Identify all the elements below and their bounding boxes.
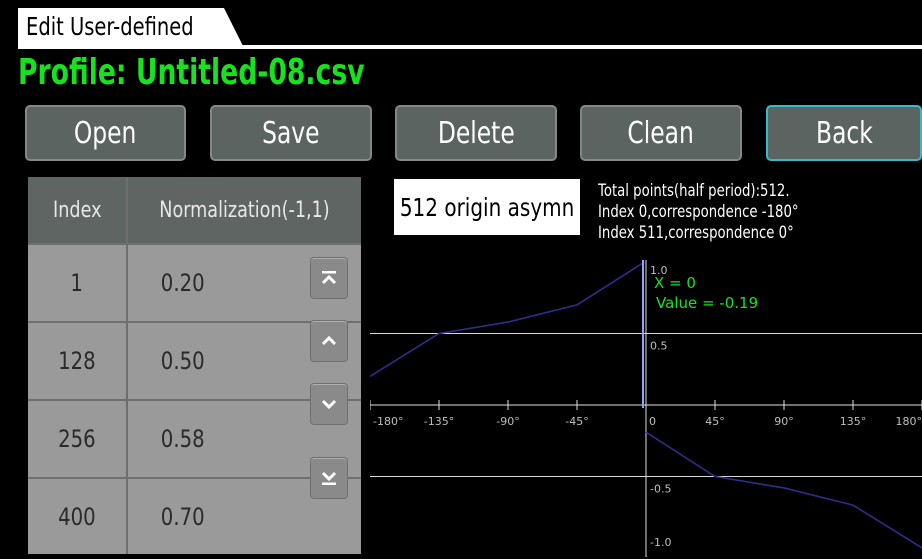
header-normalization: Normalization(-1,1) bbox=[159, 197, 330, 223]
save-button[interactable]: Save bbox=[210, 105, 372, 161]
points-table: Index Normalization(-1,1) 1 0.20 128 0.5… bbox=[28, 177, 361, 554]
tab-bar: Edit User-defined bbox=[0, 0, 922, 49]
x-tick-label: 180° bbox=[896, 415, 922, 428]
delete-button-label: Delete bbox=[437, 115, 515, 151]
x-tick-label: -90° bbox=[496, 415, 519, 428]
row-index: 128 bbox=[58, 347, 96, 375]
x-tick-label: 0 bbox=[649, 415, 656, 428]
delete-button[interactable]: Delete bbox=[395, 105, 557, 161]
table-header: Index Normalization(-1,1) bbox=[28, 177, 361, 243]
row-value[interactable]: 0.58 bbox=[156, 401, 209, 477]
row-index: 400 bbox=[58, 503, 96, 531]
waveform-chart[interactable]: -180° -135° -90° -45° 0 45° 90° 135° 180° 1.00.5… bbox=[370, 260, 922, 557]
waveform-name-field[interactable]: 512 origin asymn bbox=[394, 179, 580, 235]
series-line-negative bbox=[370, 261, 645, 378]
row-value[interactable]: 0.20 bbox=[156, 245, 209, 321]
row-value[interactable]: 0.70 bbox=[156, 479, 209, 555]
x-tick-label: 90° bbox=[774, 415, 794, 428]
double-chevron-up-icon bbox=[321, 271, 337, 285]
chevron-up-icon bbox=[321, 335, 337, 346]
header-index: Index bbox=[52, 197, 102, 223]
back-button-label: Back bbox=[815, 115, 873, 151]
y-tick-label: 0.5 bbox=[650, 340, 668, 353]
scroll-top-button[interactable] bbox=[310, 257, 348, 299]
open-button[interactable]: Open bbox=[25, 105, 186, 161]
save-button-label: Save bbox=[262, 115, 320, 151]
x-tick-label: 135° bbox=[840, 415, 867, 428]
chevron-down-icon bbox=[321, 399, 337, 410]
double-chevron-down-icon bbox=[321, 471, 337, 485]
cursor-value-readout: Value = -0.19 bbox=[656, 294, 758, 312]
x-tick-label: -45° bbox=[565, 415, 588, 428]
y-tick-label: -0.5 bbox=[650, 483, 671, 496]
cursor-x-readout: X = 0 bbox=[654, 274, 696, 292]
info-index-end: Index 511,correspondence 0° bbox=[598, 223, 794, 243]
info-index-start: Index 0,correspondence -180° bbox=[598, 202, 799, 222]
series-line-positive bbox=[645, 431, 922, 549]
x-tick-label: 45° bbox=[705, 415, 725, 428]
profile-title: Profile: Untitled-08.csv bbox=[18, 52, 365, 93]
tab-edit-user-defined[interactable]: Edit User-defined bbox=[18, 8, 244, 48]
y-tick-label: -1.0 bbox=[650, 536, 671, 549]
tab-label: Edit User-defined bbox=[26, 12, 194, 41]
clean-button-label: Clean bbox=[627, 115, 695, 151]
row-index: 256 bbox=[58, 425, 96, 453]
scroll-down-button[interactable] bbox=[310, 383, 348, 425]
row-index: 1 bbox=[70, 269, 84, 297]
x-tick-label: -135° bbox=[424, 415, 454, 428]
info-total-points: Total points(half period):512. bbox=[598, 181, 790, 201]
open-button-label: Open bbox=[74, 115, 137, 151]
row-value[interactable]: 0.50 bbox=[156, 323, 209, 399]
scroll-bottom-button[interactable] bbox=[310, 457, 348, 499]
clean-button[interactable]: Clean bbox=[580, 105, 742, 161]
x-tick-label: -180° bbox=[373, 415, 403, 428]
scroll-up-button[interactable] bbox=[310, 320, 348, 362]
back-button[interactable]: Back bbox=[766, 105, 922, 161]
